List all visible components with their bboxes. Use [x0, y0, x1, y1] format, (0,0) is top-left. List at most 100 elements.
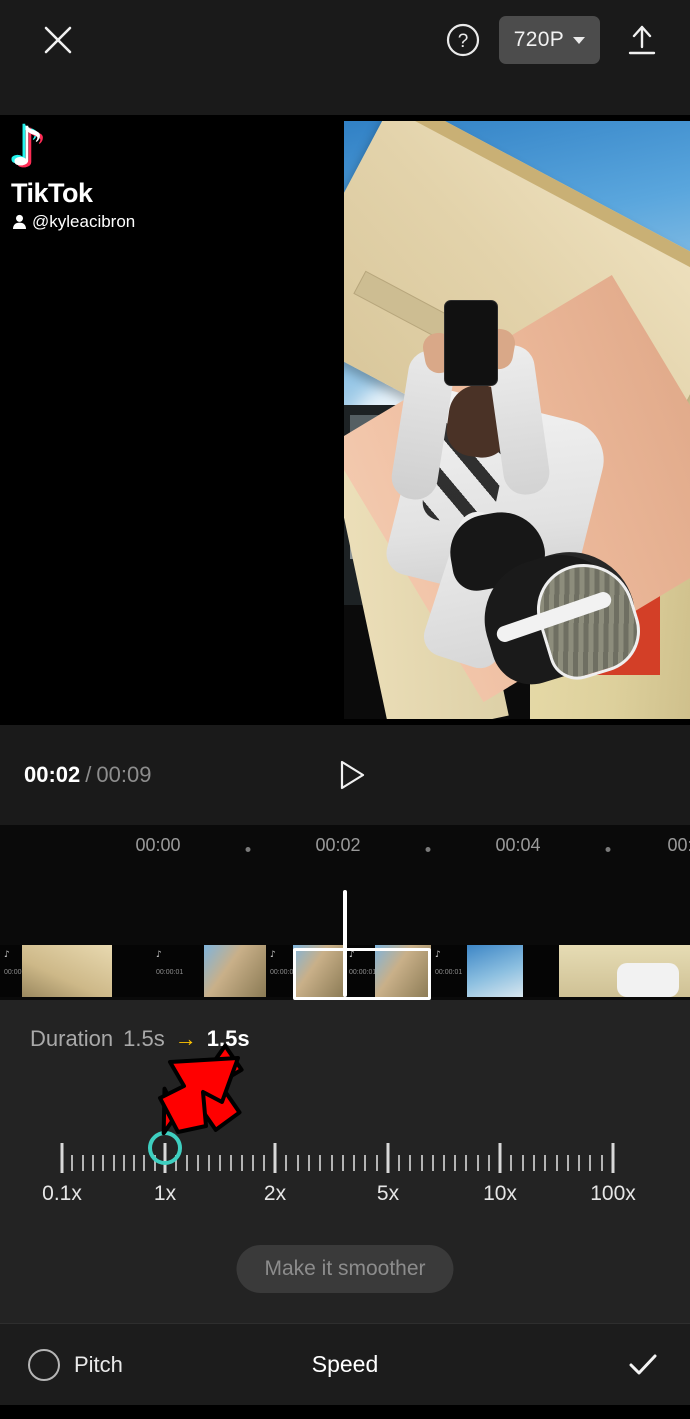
- slider-minor-tick: [208, 1155, 210, 1171]
- timeline-thumbnail[interactable]: [375, 945, 431, 997]
- slider-minor-tick: [409, 1155, 412, 1171]
- slider-minor-tick: [319, 1155, 322, 1171]
- speed-label[interactable]: 100x: [590, 1182, 636, 1206]
- slider-minor-tick: [102, 1155, 105, 1171]
- chevron-down-icon: [573, 36, 585, 44]
- export-upload-icon[interactable]: [620, 18, 664, 62]
- video-preview-area[interactable]: ♪ ♪ ♪ TikTok @kyleacibron: [0, 115, 690, 725]
- timeline-ruler: 00:00 00:02 00:04 00:0: [0, 825, 690, 871]
- slider-minor-tick: [296, 1155, 299, 1171]
- timeline-thumbnail[interactable]: [467, 945, 523, 997]
- tiktok-handle-row: @kyleacibron: [12, 212, 135, 232]
- timeline-playhead[interactable]: [343, 890, 347, 997]
- speed-label[interactable]: 1x: [154, 1182, 176, 1206]
- slider-major-tick: [386, 1143, 390, 1173]
- make-it-smoother-button[interactable]: Make it smoother: [236, 1245, 454, 1293]
- slider-minor-tick: [487, 1155, 490, 1171]
- confirm-button[interactable]: [620, 1342, 666, 1388]
- close-icon[interactable]: [36, 18, 80, 62]
- slider-minor-tick: [81, 1155, 84, 1171]
- clip-duration-text: 00:00:01: [4, 969, 22, 976]
- timeline-thumbnail[interactable]: [559, 945, 615, 997]
- svg-text:?: ?: [457, 31, 468, 52]
- ruler-tick-label: 00:04: [495, 835, 541, 855]
- speed-label[interactable]: 2x: [264, 1182, 286, 1206]
- play-button[interactable]: [330, 754, 372, 796]
- slider-minor-tick: [589, 1155, 592, 1171]
- letterbox-top: [344, 115, 690, 121]
- tiktok-logo-icon: ♪ ♪ ♪: [7, 115, 70, 180]
- slider-minor-tick: [241, 1155, 243, 1171]
- slider-minor-tick: [364, 1155, 367, 1171]
- slider-major-tick: [60, 1143, 64, 1173]
- tiktok-logo-cyan-layer: ♪: [7, 115, 42, 176]
- current-time: 00:02: [24, 762, 81, 787]
- timeline-thumbnail[interactable]: [293, 945, 345, 997]
- slider-minor-tick: [510, 1155, 513, 1171]
- clip-duration-text: 00:00:01: [435, 969, 463, 976]
- slider-minor-tick: [186, 1155, 188, 1171]
- timeline-thumbnail[interactable]: ♪ 00:00:01: [0, 945, 22, 997]
- timeline-end-handle[interactable]: [617, 963, 679, 997]
- ruler-tick-label: 00:00: [135, 835, 181, 855]
- person-icon: [13, 214, 26, 229]
- timeline-thumbnail[interactable]: [22, 945, 112, 997]
- pitch-label: Pitch: [74, 1351, 123, 1377]
- slider-minor-tick: [143, 1155, 146, 1171]
- duration-label: Duration: [30, 1026, 114, 1051]
- slider-minor-tick: [112, 1155, 115, 1171]
- tiktok-brand-text: TikTok: [11, 178, 93, 208]
- resolution-selector[interactable]: 720P: [498, 16, 600, 64]
- timeline-thumbnail[interactable]: ♪ 00:00:01: [431, 945, 467, 997]
- ruler-minor-dot: [605, 847, 611, 852]
- slider-minor-tick: [566, 1155, 569, 1171]
- timeline-thumbnail[interactable]: ♪ 00:00:01: [345, 945, 375, 997]
- slider-minor-tick: [263, 1155, 265, 1171]
- top-header-bar: ? 720P: [0, 0, 690, 115]
- speed-panel: Duration 1.5s → 1.5s 0.1x 1x 2x 5x 10x 100x M…: [0, 1000, 690, 1323]
- clip-duration-text: 00:00:01: [349, 969, 375, 976]
- slider-major-tick: [273, 1143, 277, 1173]
- speed-slider-handle[interactable]: [148, 1131, 182, 1165]
- timeline-thumbnail[interactable]: [523, 945, 559, 997]
- slider-minor-tick: [443, 1155, 445, 1171]
- timeline-thumbnail[interactable]: ♪ 00:00:01: [266, 945, 293, 997]
- slider-minor-tick: [197, 1155, 199, 1171]
- slider-minor-tick: [91, 1155, 94, 1171]
- total-time: 00:09: [96, 762, 152, 787]
- checkmark-icon: [629, 1354, 657, 1374]
- ruler-tick-label: 00:02: [315, 835, 361, 855]
- slider-major-tick: [611, 1143, 615, 1173]
- timeline-area[interactable]: 00:00 00:02 00:04 00:0 ♪ 00:00:01 ♪ 00:00:01 ♪ 0…: [0, 825, 690, 1000]
- music-note-icon: ♪: [4, 950, 10, 960]
- resolution-label: 720P: [513, 28, 564, 51]
- tiktok-logo-red-layer: ♪: [13, 117, 48, 180]
- ruler-minor-dot: [245, 847, 251, 852]
- speed-label[interactable]: 10x: [483, 1182, 517, 1206]
- slider-minor-tick: [555, 1155, 558, 1171]
- video-editor-screen: ? 720P ♪ ♪ ♪ TikTok @kyleacibron 00:02 /…: [0, 0, 690, 1419]
- speed-label[interactable]: 5x: [377, 1182, 399, 1206]
- slider-major-tick: [498, 1143, 502, 1173]
- duration-result: 1.5s: [206, 1026, 250, 1051]
- timeline-thumbnail[interactable]: [112, 945, 152, 997]
- help-icon[interactable]: ?: [441, 18, 485, 62]
- speed-label[interactable]: 0.1x: [42, 1182, 82, 1206]
- music-note-icon: ♪: [156, 950, 162, 960]
- pitch-toggle[interactable]: Pitch: [28, 1348, 123, 1381]
- panel-title: Speed: [311, 1351, 379, 1377]
- timeline-thumbnail[interactable]: [204, 945, 266, 997]
- slider-minor-tick: [307, 1155, 310, 1171]
- slider-minor-tick: [544, 1155, 547, 1171]
- speed-slider[interactable]: [0, 1125, 690, 1185]
- slider-minor-tick: [71, 1155, 74, 1171]
- play-triangle-icon: [340, 760, 365, 790]
- slider-minor-tick: [133, 1155, 136, 1171]
- slider-minor-tick: [285, 1155, 288, 1171]
- slider-minor-tick: [375, 1155, 378, 1171]
- timeline-thumbnail[interactable]: ♪ 00:00:01: [152, 945, 204, 997]
- duration-original: 1.5s: [123, 1026, 165, 1051]
- slider-minor-tick: [431, 1155, 434, 1171]
- slider-minor-tick: [219, 1155, 221, 1171]
- arrow-right-icon: →: [174, 1026, 197, 1051]
